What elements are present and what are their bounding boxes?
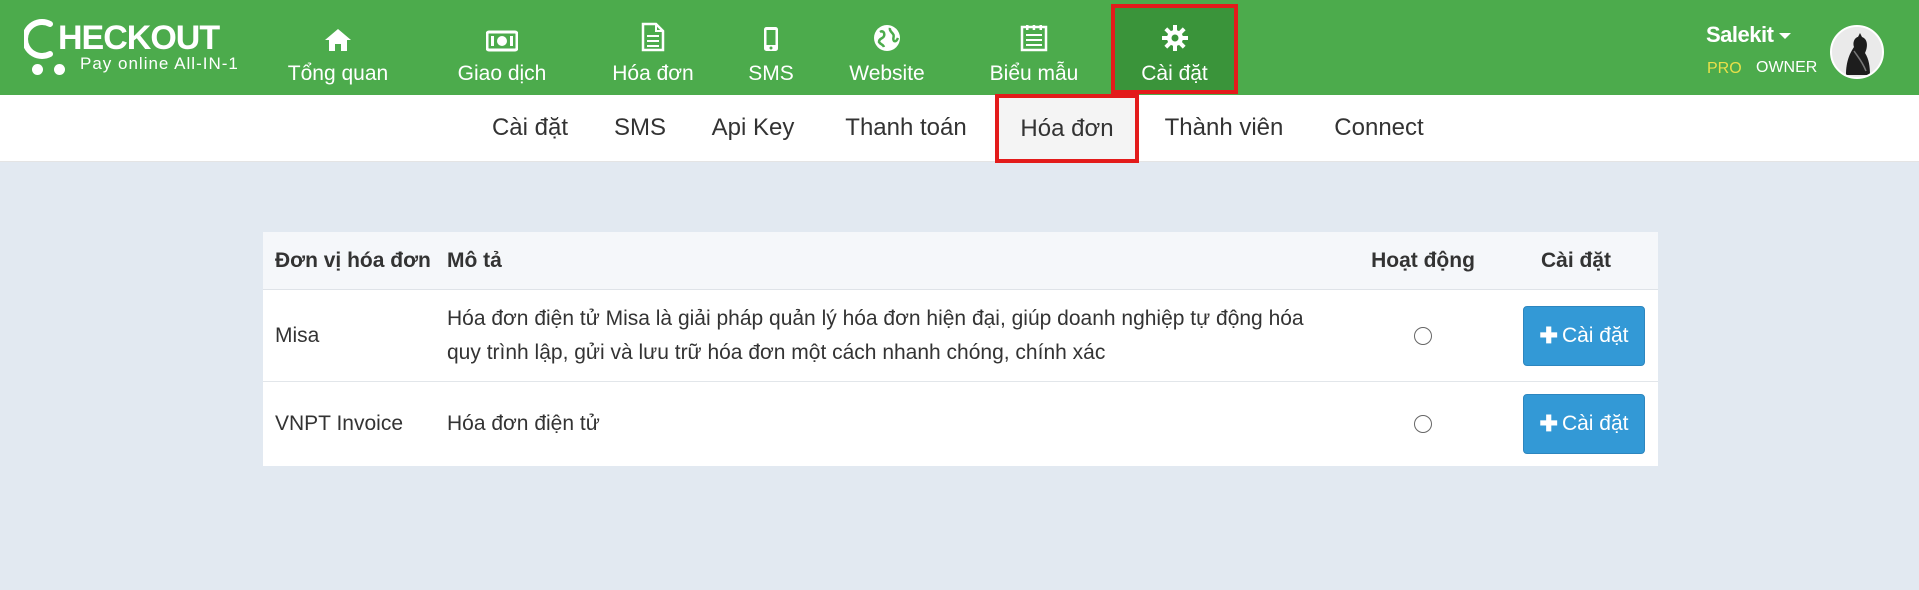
settings-cell: ✚ Cài đặt xyxy=(1523,290,1645,381)
provider-description: Hóa đơn điện tử Misa là giải pháp quản l… xyxy=(447,290,1347,381)
nav-giao-dich[interactable]: Giao dịch xyxy=(447,4,557,92)
gear-icon xyxy=(1161,18,1189,52)
nav-label: Giao dịch xyxy=(457,62,547,85)
plus-icon: ✚ xyxy=(1539,411,1558,436)
description-line: Hóa đơn điện tử Misa là giải pháp quản l… xyxy=(447,306,1304,330)
nav-bieu-mau[interactable]: Biểu mẫu xyxy=(984,4,1084,92)
provider-description: Hóa đơn điện tử xyxy=(447,382,1347,466)
user-menu[interactable]: Salekit xyxy=(1706,22,1792,48)
nav-label: SMS xyxy=(748,62,794,85)
logo-wheel-icon xyxy=(54,64,65,75)
avatar[interactable] xyxy=(1830,25,1884,79)
provider-name: Misa xyxy=(275,323,320,347)
nav-tong-quan[interactable]: Tổng quan xyxy=(283,4,393,92)
subtab-api-key[interactable]: Api Key xyxy=(703,95,803,161)
header-settings: Cài đặt xyxy=(1540,249,1611,272)
money-icon xyxy=(486,18,518,52)
phone-icon xyxy=(763,18,779,52)
subtab-connect[interactable]: Connect xyxy=(1322,95,1436,161)
button-label: Cài đặt xyxy=(1561,412,1629,435)
user-name: Salekit xyxy=(1706,22,1774,47)
nav-label: Tổng quan xyxy=(287,62,389,85)
checkout-logo[interactable]: HECKOUT Pay online All-IN-1 xyxy=(24,18,238,80)
form-icon xyxy=(1020,18,1048,52)
logo-text: HECKOUT xyxy=(58,19,220,57)
nav-hoa-don[interactable]: Hóa đơn xyxy=(603,4,703,92)
caret-down-icon xyxy=(1779,33,1792,40)
invoice-icon xyxy=(641,18,665,52)
description-line: Hóa đơn điện tử xyxy=(447,412,600,435)
header-provider: Đơn vị hóa đơn xyxy=(275,249,431,272)
setup-vnpt-button[interactable]: ✚ Cài đặt xyxy=(1523,394,1645,454)
table-row: VNPT Invoice Hóa đơn điện tử ✚ Cài đặt xyxy=(263,382,1658,466)
radio-circle[interactable] xyxy=(1414,326,1432,345)
subtab-hoa-don[interactable]: Hóa đơn xyxy=(995,94,1139,163)
top-navbar: HECKOUT Pay online All-IN-1 Tổng quan Gi… xyxy=(0,0,1919,95)
active-radio[interactable] xyxy=(1414,382,1432,466)
home-icon xyxy=(324,18,352,52)
subtab-thanh-vien[interactable]: Thành viên xyxy=(1150,95,1298,161)
globe-icon xyxy=(873,18,901,52)
table-row: Misa Hóa đơn điện tử Misa là giải pháp q… xyxy=(263,290,1658,382)
provider-name: VNPT Invoice xyxy=(275,412,403,435)
subtab-sms[interactable]: SMS xyxy=(604,95,676,161)
nav-cai-dat[interactable]: Cài đặt xyxy=(1111,4,1238,94)
role-badge: OWNER xyxy=(1756,59,1818,76)
subtab-cai-dat[interactable]: Cài đặt xyxy=(478,95,582,161)
nav-website[interactable]: Website xyxy=(843,4,931,92)
nav-label: Cài đặt xyxy=(1141,62,1208,85)
invoice-provider-table: Đơn vị hóa đơn Mô tả Hoạt động Cài đặt M… xyxy=(263,232,1658,466)
radio-circle[interactable] xyxy=(1414,415,1432,433)
settings-cell: ✚ Cài đặt xyxy=(1523,382,1645,466)
setup-misa-button[interactable]: ✚ Cài đặt xyxy=(1523,305,1645,366)
logo-wheel-icon xyxy=(32,64,43,75)
subtab-thanh-toan[interactable]: Thanh toán xyxy=(832,95,980,161)
active-radio[interactable] xyxy=(1414,290,1432,381)
nav-label: Website xyxy=(849,62,925,85)
description-line: quy trình lập, gửi và lưu trữ hóa đơn mộ… xyxy=(447,340,1106,364)
plus-icon: ✚ xyxy=(1539,322,1558,348)
header-description: Mô tả xyxy=(447,249,502,272)
nav-label: Hóa đơn xyxy=(612,62,694,85)
nav-label: Biểu mẫu xyxy=(989,62,1079,85)
table-header: Đơn vị hóa đơn Mô tả Hoạt động Cài đặt xyxy=(263,232,1658,290)
settings-subnav: Cài đặt SMS Api Key Thanh toán Hóa đơn T… xyxy=(0,94,1919,163)
button-label: Cài đặt xyxy=(1561,323,1629,347)
nav-sms[interactable]: SMS xyxy=(740,4,802,92)
avatar-image-icon xyxy=(1832,27,1882,77)
header-active: Hoạt động xyxy=(1371,249,1475,272)
plan-badge: PRO xyxy=(1707,60,1742,77)
logo-tagline: Pay online All-IN-1 xyxy=(80,54,239,73)
